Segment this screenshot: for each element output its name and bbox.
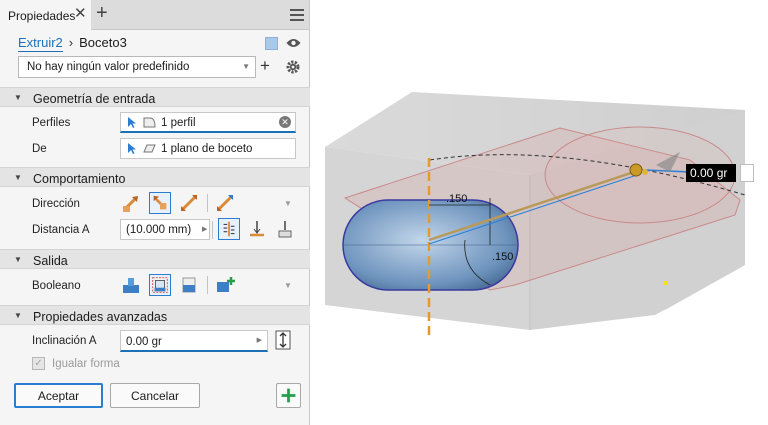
readout-grip[interactable] (740, 164, 754, 182)
dimension-label-b[interactable]: .150 (492, 251, 513, 263)
manipulator-tip-icon[interactable] (642, 169, 648, 175)
model-view[interactable] (0, 0, 768, 425)
manipulator-grip-icon[interactable] (629, 163, 643, 177)
distance-readout[interactable]: 0.00 gr (686, 164, 736, 182)
dimension-label-a[interactable]: .150 (446, 193, 467, 205)
vertex-marker (664, 281, 668, 285)
